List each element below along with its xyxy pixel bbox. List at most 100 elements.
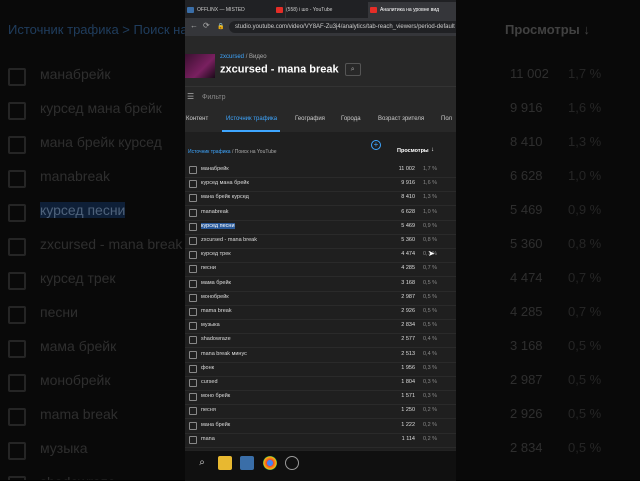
- views-percent: 0,7 %: [423, 265, 438, 272]
- search-term: курсед песни: [201, 222, 235, 229]
- table-row[interactable]: курсед трек 4 474 0,7 %: [185, 248, 456, 264]
- table-row[interactable]: моно брейк 1 571 0,3 %: [185, 390, 456, 406]
- tab-traffic-source[interactable]: Источник трафика: [226, 116, 277, 122]
- tab-label: OFFLINX — MISTED: [197, 7, 245, 13]
- tab-gender[interactable]: Пол: [441, 116, 452, 122]
- address-bar: ← ⟳ 🔒 studio.youtube.com/video/VY8AF-Zu3…: [185, 18, 456, 36]
- views-value: 9 916: [401, 180, 415, 187]
- table-row[interactable]: zxcursed - mana break 5 360 0,8 %: [185, 234, 456, 249]
- table-row[interactable]: монобрейк 2 987 0,5 %: [185, 291, 456, 306]
- views-percent: 0,5 %: [423, 322, 438, 329]
- search-term: мама брейк: [201, 279, 231, 286]
- views-percent: 1,0 %: [423, 208, 438, 215]
- views-percent: 0,4 %: [423, 350, 438, 357]
- row-checkbox[interactable]: [189, 194, 197, 203]
- url-field[interactable]: studio.youtube.com/video/VY8AF-Zu3j4/ana…: [229, 21, 456, 33]
- filter-bar[interactable]: ☰ Фильтр: [185, 86, 456, 109]
- row-checkbox[interactable]: [189, 208, 197, 217]
- views-percent: 1,7 %: [423, 166, 438, 172]
- youtube-favicon-icon: [276, 7, 283, 13]
- views-percent: 0,3 %: [423, 379, 438, 385]
- table-row[interactable]: manabreak 6 628 1,0 %: [185, 206, 456, 221]
- row-checkbox[interactable]: [189, 166, 197, 174]
- table-row[interactable]: песня 1 250 0,2 %: [185, 404, 456, 420]
- views-value: 2 834: [401, 322, 415, 329]
- row-checkbox[interactable]: [189, 265, 197, 274]
- table-breadcrumb: Источник трафика / Поиск на YouTube: [188, 149, 277, 155]
- views-percent: 0,3 %: [423, 364, 438, 371]
- tab-cities[interactable]: Города: [341, 116, 361, 122]
- views-column-header[interactable]: Просмотры: [397, 148, 429, 154]
- row-checkbox[interactable]: [189, 222, 197, 231]
- search-icon[interactable]: ⌕: [344, 63, 361, 76]
- row-checkbox[interactable]: [189, 379, 197, 387]
- table-row[interactable]: shadowraze 2 577 0,4 %: [185, 333, 456, 349]
- table-row[interactable]: курсед песни 5 469 0,9 %: [185, 220, 456, 235]
- row-checkbox[interactable]: [189, 322, 197, 331]
- views-value: 11 002: [398, 166, 415, 172]
- views-percent: 1,3 %: [423, 194, 438, 201]
- search-term: manabreak: [201, 208, 229, 215]
- lock-icon: 🔒: [217, 24, 225, 30]
- table-row[interactable]: мана брейк курсед 8 410 1,3 %: [185, 191, 456, 207]
- browser-tab-offlinx[interactable]: OFFLINX — MISTED: [185, 2, 286, 18]
- views-percent: 0,2 %: [423, 421, 438, 428]
- back-arrow-icon[interactable]: ←: [190, 21, 198, 30]
- row-checkbox[interactable]: [189, 350, 197, 359]
- row-checkbox[interactable]: [189, 308, 197, 316]
- search-term: mana break минус: [201, 350, 247, 357]
- table-row[interactable]: музыка 2 834 0,5 %: [185, 319, 456, 335]
- row-checkbox[interactable]: [189, 393, 197, 402]
- tab-viewer-age[interactable]: Возраст зрителя: [378, 116, 424, 122]
- row-checkbox[interactable]: [189, 237, 197, 245]
- views-value: 2 577: [401, 336, 415, 343]
- reload-icon[interactable]: ⟳: [203, 21, 210, 30]
- table-row[interactable]: мана брейк 1 222 0,2 %: [185, 419, 456, 434]
- table-row[interactable]: фонк 1 956 0,3 %: [185, 362, 456, 377]
- channel-link[interactable]: zxcursed: [220, 54, 244, 60]
- filter-icon: ☰: [187, 92, 195, 101]
- taskbar: ⌕: [185, 450, 456, 481]
- table-row[interactable]: песни 4 285 0,7 %: [185, 262, 456, 278]
- table-row[interactable]: курсед мана брейк 9 916 1,6 %: [185, 177, 456, 193]
- row-checkbox[interactable]: [189, 180, 197, 189]
- search-term: моно брейк: [201, 393, 231, 400]
- table-row[interactable]: cursed 1 804 0,3 %: [185, 376, 456, 391]
- browser-tab-youtube[interactable]: (558) i шо - YouTube: [274, 2, 380, 18]
- table-row[interactable]: мама брейк 3 168 0,5 %: [185, 277, 456, 292]
- table-row[interactable]: mana break минус 2 513 0,4 %: [185, 348, 456, 363]
- search-term: песня: [201, 407, 216, 414]
- photo-editor-icon[interactable]: [240, 456, 254, 470]
- video-title: zxcursed - mana break ⌕: [220, 63, 361, 76]
- tab-geography[interactable]: География: [295, 116, 325, 122]
- row-checkbox[interactable]: [189, 293, 197, 302]
- row-checkbox[interactable]: [189, 435, 197, 444]
- views-value: 4 474: [401, 251, 415, 258]
- views-value: 1 956: [401, 364, 415, 371]
- row-checkbox[interactable]: [189, 364, 197, 373]
- table-row[interactable]: манабрейк 11 002 1,7 %: [185, 163, 456, 178]
- table-breadcrumb-link[interactable]: Источник трафика: [188, 149, 231, 155]
- views-value: 1 250: [401, 407, 415, 414]
- row-checkbox[interactable]: [189, 407, 197, 416]
- row-checkbox[interactable]: [189, 336, 197, 345]
- row-checkbox[interactable]: [189, 251, 197, 260]
- file-explorer-icon[interactable]: [218, 456, 232, 470]
- breadcrumb-videos[interactable]: Видео: [249, 54, 267, 60]
- chrome-icon[interactable]: [263, 456, 277, 470]
- table-row[interactable]: mama break 2 926 0,5 %: [185, 305, 456, 320]
- tab-label: (558) i шо - YouTube: [286, 7, 333, 13]
- table-row[interactable]: mana 1 114 0,2 %: [185, 433, 456, 448]
- breadcrumb: zxcursed / Видео: [220, 54, 267, 60]
- obs-icon[interactable]: [285, 456, 299, 470]
- tab-content[interactable]: Контент: [186, 116, 208, 122]
- search-icon[interactable]: ⌕: [195, 456, 209, 470]
- row-checkbox[interactable]: [189, 279, 197, 288]
- video-thumbnail[interactable]: [185, 54, 215, 78]
- views-value: 1 804: [401, 379, 415, 385]
- sort-down-arrow-icon[interactable]: ↓: [431, 147, 434, 153]
- video-header: [185, 36, 456, 86]
- browser-tab-analytics[interactable]: Аналитика на уровне вид: [368, 2, 456, 18]
- search-term: курсед мана брейк: [201, 180, 249, 187]
- row-checkbox[interactable]: [189, 421, 197, 430]
